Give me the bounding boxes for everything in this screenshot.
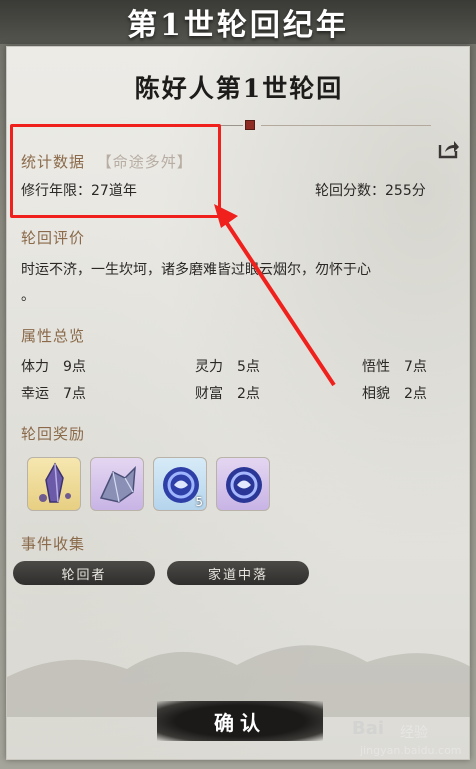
score-row: 轮回分数：255分 [315,183,426,199]
watermark: Bai 经验 jingyan.baidu.com [352,716,472,764]
violet-crystal-icon [99,466,136,503]
reward-count: 5 [195,495,203,509]
purple-orb-icon [226,467,262,503]
attr-spirit: 灵力 5点 [195,359,260,375]
card-title: 陈好人第1世轮回 [134,74,344,103]
reward-slot-2[interactable] [90,457,144,511]
evaluation-label: 轮回评价 [21,229,86,247]
reward-slot-1[interactable] [27,457,81,511]
attributes-label: 属性总览 [21,327,86,345]
rewards-label: 轮回奖励 [21,425,86,443]
attr-luck: 幸运 7点 [21,386,86,402]
attr-stamina: 体力 9点 [21,359,86,375]
top-banner: 第1世轮回纪年 [0,0,476,44]
evaluation-text: 时运不济，一生坎坷，诸多磨难皆过眼云烟尔，勿怀于心 [21,262,371,278]
confirm-button[interactable]: 确认 [157,701,323,741]
attr-comprehension: 悟性 7点 [362,359,427,375]
events-label: 事件收集 [21,535,86,553]
watermark-brand: Bai [352,718,385,739]
highlight-box [10,124,221,218]
attr-appearance: 相貌 2点 [362,386,427,402]
share-button[interactable] [437,137,461,161]
watermark-url: jingyan.baidu.com [360,744,462,757]
reward-slot-3[interactable]: 5 [153,457,207,511]
evaluation-text-end: 。 [21,288,35,304]
page-title: 第1世轮回纪年 [127,8,349,43]
event-tag-reincarnator[interactable]: 轮回者 [13,561,155,585]
attr-wealth: 财富 2点 [195,386,260,402]
seal-icon [245,120,255,130]
score-value: 255分 [385,183,426,199]
share-icon [438,141,459,159]
watermark-sub: 经验 [400,725,428,741]
reward-slot-4[interactable] [216,457,270,511]
event-tag-family-decline[interactable]: 家道中落 [167,561,309,585]
gold-crystal-icon [39,462,71,503]
